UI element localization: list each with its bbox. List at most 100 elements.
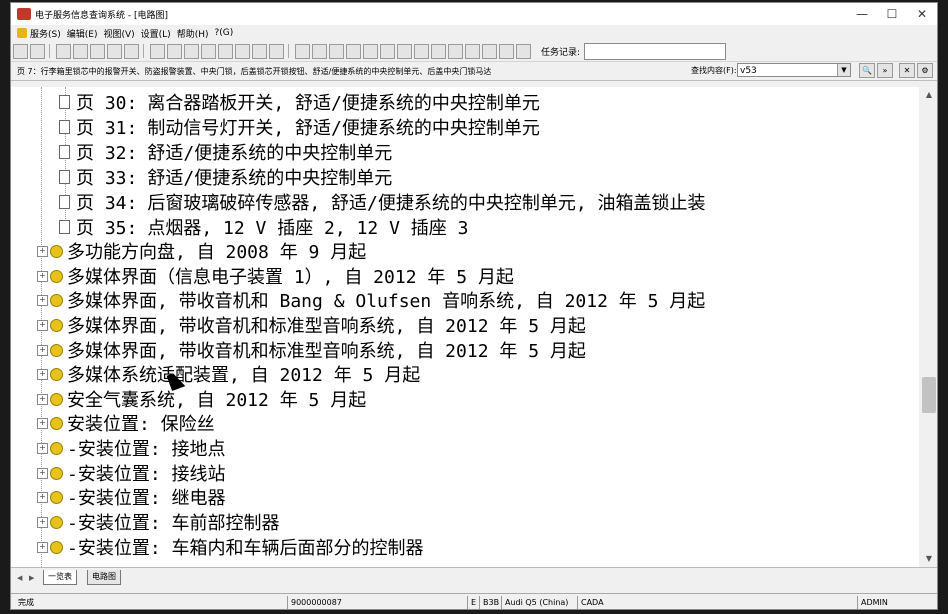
expand-icon[interactable]: + <box>37 245 48 257</box>
last-page-icon[interactable] <box>201 43 216 59</box>
car-icon[interactable] <box>30 43 45 59</box>
find-icon[interactable]: 🔍 <box>859 63 875 78</box>
doc3-icon[interactable] <box>329 43 344 59</box>
status-model: Audi Q5 (China) <box>501 596 568 609</box>
diagnose-icon[interactable] <box>499 43 514 59</box>
first-page-icon[interactable] <box>150 43 165 59</box>
tree-page-item[interactable]: 页 34: 后窗玻璃破碎传感器, 舒适/便捷系统的中央控制单元, 油箱盖锁止装 <box>59 190 706 214</box>
export-icon[interactable] <box>107 43 122 59</box>
expand-icon[interactable]: + <box>37 319 48 331</box>
expand-icon[interactable]: + <box>37 541 48 553</box>
bulb-icon <box>50 416 63 430</box>
tree-topic-item[interactable]: + 多媒体界面, 带收音机和 Bang & Olufsen 音响系统, 自 201… <box>37 288 705 312</box>
tree-page-item[interactable]: 页 33: 舒适/便捷系统的中央控制单元 <box>59 165 392 189</box>
close-button[interactable]: ✕ <box>907 3 937 25</box>
stop-icon[interactable] <box>346 43 361 59</box>
expand-icon[interactable]: + <box>37 491 48 503</box>
doc1-icon[interactable] <box>295 43 310 59</box>
status-code2: B3B <box>479 596 499 609</box>
expand-icon[interactable]: + <box>37 393 48 405</box>
scroll-up-icon[interactable]: ▲ <box>919 87 937 103</box>
tree-topic-item[interactable]: + 多功能方向盘, 自 2008 年 9 月起 <box>37 239 366 263</box>
tree-topic-item[interactable]: + 安装位置: 保险丝 <box>37 411 215 435</box>
bulb-icon <box>50 466 63 480</box>
menu-view[interactable]: 视图(V) <box>103 27 134 40</box>
scroll-thumb[interactable] <box>922 377 936 413</box>
menu-about[interactable]: ?(G) <box>215 28 234 38</box>
image-icon[interactable] <box>363 43 378 59</box>
bulb-icon <box>50 269 63 283</box>
tree-topic-item[interactable]: + -安装位置: 接线站 <box>37 461 226 485</box>
tree-topic-item[interactable]: + -安装位置: 车箱内和车辆后面部分的控制器 <box>37 535 424 559</box>
bell-icon[interactable] <box>414 43 429 59</box>
status-bar: 完成 9000000087 E B3B Audi Q5 (China) CADA… <box>11 593 937 609</box>
tree-topic-item[interactable]: + 安全气囊系统, 自 2012 年 5 月起 <box>37 387 366 411</box>
tree-topic-item[interactable]: + -安装位置: 车前部控制器 <box>37 510 280 534</box>
wiring-icon[interactable] <box>465 43 480 59</box>
next-page-icon[interactable] <box>184 43 199 59</box>
truck-icon[interactable] <box>431 43 446 59</box>
bulb-icon <box>50 244 63 258</box>
search-options-icon[interactable]: ⚙ <box>917 63 933 78</box>
scroll-down-icon[interactable]: ▼ <box>919 551 937 567</box>
warning-icon[interactable] <box>380 43 395 59</box>
maximize-button[interactable]: ☐ <box>877 3 907 25</box>
menu-bar: 服务(S) 编辑(E) 视图(V) 设置(L) 帮助(H) ?(G) <box>11 25 937 41</box>
page-icon <box>59 145 70 159</box>
tab-circuit-diagram[interactable]: 电路图 <box>87 570 121 585</box>
menu-settings[interactable]: 设置(L) <box>141 27 171 40</box>
clear-search-icon[interactable]: ✕ <box>899 63 915 78</box>
save-icon[interactable] <box>90 43 105 59</box>
tree-topic-item[interactable]: + -安装位置: 继电器 <box>37 485 226 509</box>
expand-icon[interactable]: + <box>37 442 48 454</box>
tree-topic-item[interactable]: + 多媒体界面, 带收音机和标准型音响系统, 自 2012 年 5 月起 <box>37 313 586 337</box>
page-icon <box>59 95 70 109</box>
open-icon[interactable] <box>73 43 88 59</box>
new-doc-icon[interactable] <box>56 43 71 59</box>
tree-page-item[interactable]: 页 31: 制动信号灯开关, 舒适/便捷系统的中央控制单元 <box>59 115 540 139</box>
expand-icon[interactable]: + <box>37 294 48 306</box>
print-icon[interactable] <box>124 43 139 59</box>
component-icon[interactable] <box>448 43 463 59</box>
expand-icon[interactable]: + <box>37 344 48 356</box>
page-icon <box>59 120 70 134</box>
tree-topic-item[interactable]: + 多媒体系统适配装置, 自 2012 年 5 月起 <box>37 362 420 386</box>
expand-icon[interactable]: + <box>37 467 48 479</box>
tree-topic-item[interactable]: + 多媒体界面（信息电子装置 1）, 自 2012 年 5 月起 <box>37 264 514 288</box>
chevron-down-icon[interactable]: ▼ <box>837 64 850 76</box>
bulb-icon <box>50 293 63 307</box>
tab-next-icon[interactable]: ▶ <box>29 574 34 582</box>
prev-page-icon[interactable] <box>167 43 182 59</box>
task-field[interactable] <box>584 42 727 60</box>
vertical-scrollbar[interactable]: ▲ ▼ <box>919 87 937 567</box>
info-icon[interactable] <box>235 43 250 59</box>
tree-page-item[interactable]: 页 30: 离合器踏板开关, 舒适/便捷系统的中央控制单元 <box>59 90 540 114</box>
minimize-button[interactable]: — <box>847 3 877 25</box>
help-icon[interactable] <box>252 43 267 59</box>
menu-service[interactable]: 服务(S) <box>17 27 61 40</box>
tree-topic-item[interactable]: + 多媒体界面, 带收音机和标准型音响系统, 自 2012 年 5 月起 <box>37 338 586 362</box>
back-icon[interactable] <box>218 43 233 59</box>
find-next-icon[interactable]: » <box>877 63 893 78</box>
page-hint: 页 7：行李箱里锁芯中的报警开关、防盗报警装置、中央门锁，后盖锁芯开锁按钮、舒适… <box>17 66 492 76</box>
list-icon[interactable] <box>397 43 412 59</box>
tab-overview[interactable]: 一览表 <box>43 570 77 585</box>
tree-page-item[interactable]: 页 32: 舒适/便捷系统的中央控制单元 <box>59 140 392 164</box>
tab-prev-icon[interactable]: ◀ <box>17 574 22 582</box>
gear-icon[interactable] <box>516 43 531 59</box>
app-window: 电子服务信息查询系统 - [电路图] — ☐ ✕ 服务(S) 编辑(E) 视图(… <box>10 2 938 610</box>
search-input[interactable]: v53 ▼ <box>737 63 851 77</box>
doc2-icon[interactable] <box>312 43 327 59</box>
expand-icon[interactable]: + <box>37 270 48 282</box>
menu-help[interactable]: 帮助(H) <box>177 27 209 40</box>
expand-icon[interactable]: + <box>37 368 48 380</box>
tree-page-item[interactable]: 页 35: 点烟器, 12 V 插座 2, 12 V 插座 3 <box>59 215 468 239</box>
tools-icon[interactable] <box>269 43 284 59</box>
tree-topic-item[interactable]: + -安装位置: 接地点 <box>37 436 226 460</box>
expand-icon[interactable]: + <box>37 516 48 528</box>
expand-icon[interactable]: + <box>37 417 48 429</box>
bulb-icon <box>50 540 63 554</box>
connect-icon[interactable] <box>13 43 28 59</box>
lookup-icon[interactable] <box>482 43 497 59</box>
menu-edit[interactable]: 编辑(E) <box>67 27 98 40</box>
